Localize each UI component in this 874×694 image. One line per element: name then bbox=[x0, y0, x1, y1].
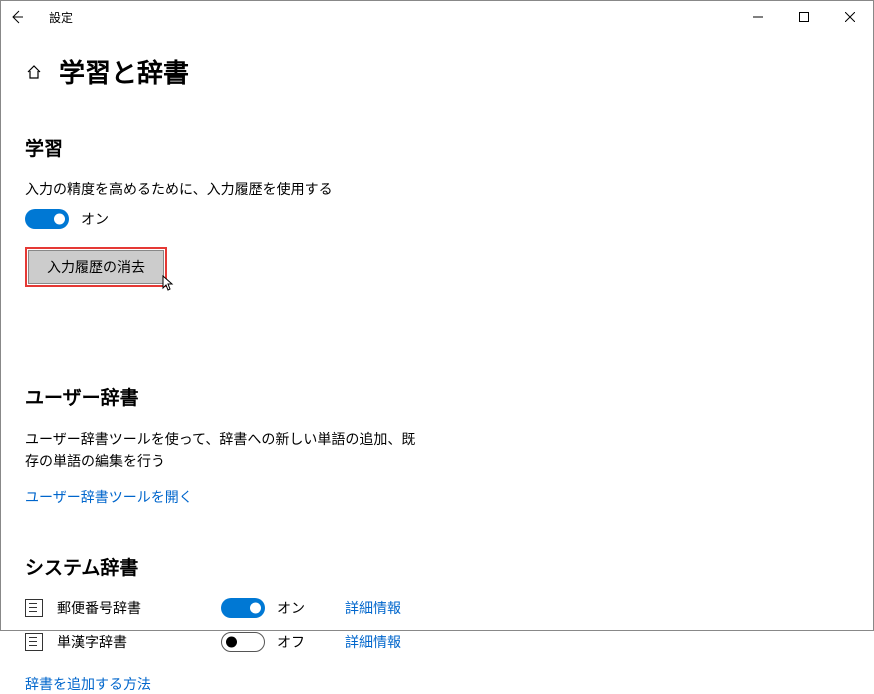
dict-row-kanji: 単漢字辞書 オフ 詳細情報 bbox=[25, 632, 849, 652]
toggle-knob bbox=[226, 636, 237, 647]
window-controls bbox=[735, 1, 873, 33]
open-user-dict-tool-link[interactable]: ユーザー辞書ツールを開く bbox=[25, 487, 193, 507]
highlighted-clear-button-wrap: 入力履歴の消去 bbox=[25, 247, 167, 287]
minimize-icon bbox=[753, 12, 763, 22]
clear-history-button[interactable]: 入力履歴の消去 bbox=[28, 250, 164, 284]
dict-toggle-label: オン bbox=[277, 598, 305, 618]
back-arrow-icon bbox=[9, 9, 25, 25]
close-icon bbox=[845, 12, 855, 22]
toggle-knob bbox=[250, 602, 261, 613]
dict-toggle-kanji[interactable] bbox=[221, 632, 265, 652]
add-dictionary-link[interactable]: 辞書を追加する方法 bbox=[25, 674, 151, 694]
page-header: 学習と辞書 bbox=[25, 53, 849, 90]
dict-name: 単漢字辞書 bbox=[57, 632, 207, 652]
section-heading-learning: 学習 bbox=[25, 134, 849, 161]
section-heading-user-dict: ユーザー辞書 bbox=[25, 383, 849, 410]
dict-detail-link-kanji[interactable]: 詳細情報 bbox=[345, 632, 401, 652]
learning-toggle-label: オン bbox=[81, 209, 109, 229]
user-dict-description: ユーザー辞書ツールを使って、辞書への新しい単語の追加、既存の単語の編集を行う bbox=[25, 428, 425, 473]
toggle-knob bbox=[54, 214, 65, 225]
maximize-button[interactable] bbox=[781, 1, 827, 33]
section-heading-system-dict: システム辞書 bbox=[25, 553, 849, 580]
titlebar: 設定 bbox=[1, 1, 873, 33]
learning-description: 入力の精度を高めるために、入力履歴を使用する bbox=[25, 179, 849, 199]
window-title: 設定 bbox=[49, 9, 73, 26]
dictionary-icon bbox=[25, 599, 43, 617]
close-button[interactable] bbox=[827, 1, 873, 33]
learning-toggle-row: オン bbox=[25, 209, 849, 229]
section-learning: 学習 入力の精度を高めるために、入力履歴を使用する オン 入力履歴の消去 bbox=[25, 134, 849, 337]
dict-detail-link-postal[interactable]: 詳細情報 bbox=[345, 598, 401, 618]
dict-name: 郵便番号辞書 bbox=[57, 598, 207, 618]
section-user-dict: ユーザー辞書 ユーザー辞書ツールを使って、辞書への新しい単語の追加、既存の単語の… bbox=[25, 383, 849, 507]
back-button[interactable] bbox=[9, 1, 49, 33]
dict-toggle-label: オフ bbox=[277, 632, 305, 652]
learning-toggle[interactable] bbox=[25, 209, 69, 229]
maximize-icon bbox=[799, 12, 809, 22]
section-system-dict: システム辞書 郵便番号辞書 オン 詳細情報 単漢字辞書 オフ 詳細情報 bbox=[25, 553, 849, 694]
dictionary-icon bbox=[25, 633, 43, 651]
dict-toggle-postal[interactable] bbox=[221, 598, 265, 618]
dict-row-postal: 郵便番号辞書 オン 詳細情報 bbox=[25, 598, 849, 618]
minimize-button[interactable] bbox=[735, 1, 781, 33]
home-icon[interactable] bbox=[25, 63, 43, 81]
page-title: 学習と辞書 bbox=[59, 53, 189, 90]
content-area: 学習と辞書 学習 入力の精度を高めるために、入力履歴を使用する オン 入力履歴の… bbox=[1, 33, 873, 694]
